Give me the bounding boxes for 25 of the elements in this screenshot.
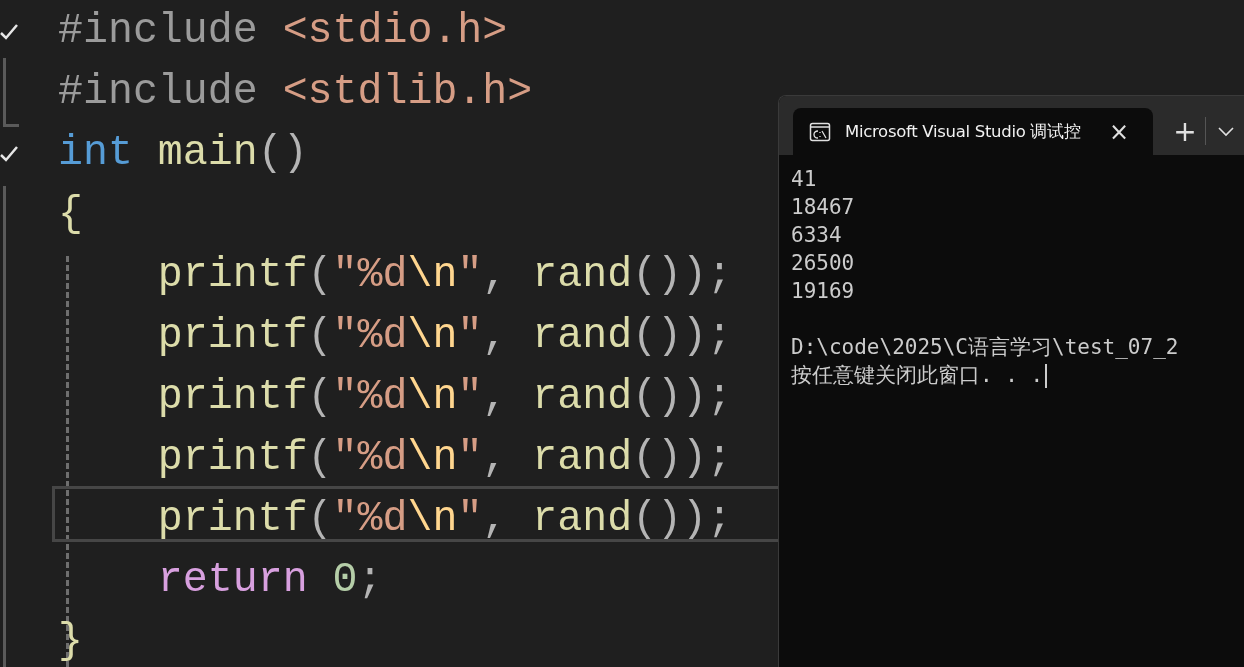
code-line: printf(″%d\n″, rand()); xyxy=(156,249,732,300)
output-line: 6334 xyxy=(791,222,843,249)
prompt-text: 按任意键关闭此窗口. . . xyxy=(791,363,1044,387)
output-line: 26500 xyxy=(791,250,856,277)
new-tab-button[interactable]: + xyxy=(1165,108,1205,155)
close-button[interactable]: × xyxy=(1102,117,1135,146)
code-line: int main() xyxy=(58,127,308,178)
text-cursor xyxy=(1045,364,1048,388)
code-line: return 0; xyxy=(156,554,383,605)
chevron-down-icon xyxy=(1218,126,1234,137)
console-tab[interactable]: Microsoft Visual Studio 调试控 × xyxy=(793,108,1153,155)
tab-title: Microsoft Visual Studio 调试控 xyxy=(845,120,1081,143)
path-line: D:\code\2025\C语言学习\test_07_2 xyxy=(791,334,1180,361)
code-line: #include <stdlib.h> xyxy=(58,66,533,117)
output-line: 41 xyxy=(791,166,818,193)
code-line: } xyxy=(58,615,83,666)
code-line: printf(″%d\n″, rand()); xyxy=(156,310,732,361)
console-icon xyxy=(809,120,831,143)
output-line: 18467 xyxy=(791,194,856,221)
code-line: printf(″%d\n″, rand()); xyxy=(156,432,732,483)
output-line: 19169 xyxy=(791,278,856,305)
code-line: printf(″%d\n″, rand()); xyxy=(156,371,732,422)
code-line: printf(″%d\n″, rand()); xyxy=(156,493,732,544)
code-line: { xyxy=(58,188,83,239)
code-line: #include <stdio.h> xyxy=(58,5,508,56)
